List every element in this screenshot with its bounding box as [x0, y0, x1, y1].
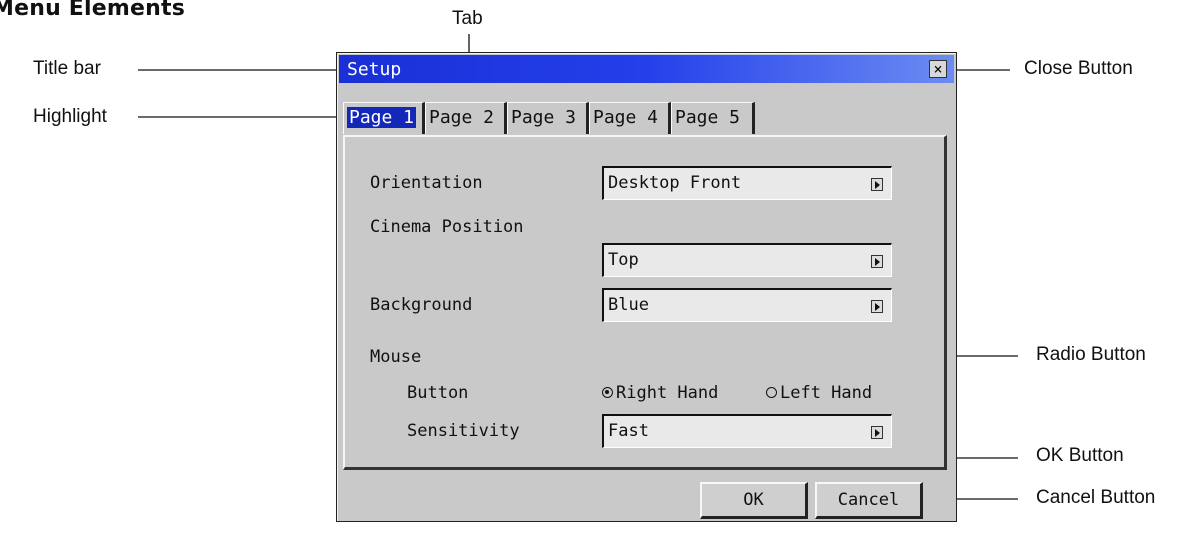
tab-label: Page 3 — [511, 107, 577, 128]
tab-page-1[interactable]: Page 1 — [343, 102, 425, 134]
radio-left-hand-label: Left Hand — [780, 383, 873, 403]
orientation-value: Desktop Front — [608, 173, 742, 193]
setup-dialog: Setup × Page 1 Page 2 Page 3 Page 4 Page… — [336, 52, 957, 522]
tab-label: Page 5 — [675, 107, 741, 128]
tab-panel: Orientation Desktop Front Cinema Positio… — [343, 135, 947, 470]
ok-button[interactable]: OK — [700, 482, 808, 519]
cinema-position-dropdown[interactable]: Top — [602, 243, 892, 277]
mouse-label: Mouse — [370, 347, 422, 367]
radio-right-hand[interactable]: Right Hand — [602, 383, 718, 403]
ok-button-label: OK — [743, 490, 764, 510]
callout-cancel-button: Cancel Button — [1036, 487, 1156, 508]
background-value: Blue — [608, 295, 649, 315]
orientation-label: Orientation — [370, 173, 483, 193]
tab-page-4[interactable]: Page 4 — [589, 102, 671, 134]
cancel-button-label: Cancel — [837, 490, 900, 510]
cinema-position-value: Top — [608, 250, 639, 270]
radio-unselected-icon — [766, 387, 777, 398]
sensitivity-dropdown[interactable]: Fast — [602, 414, 892, 448]
arrow-right-icon — [871, 426, 883, 439]
callout-highlight: Highlight — [33, 106, 107, 127]
dialog-title: Setup — [347, 59, 402, 80]
arrow-right-icon — [871, 255, 883, 268]
radio-selected-icon — [602, 387, 613, 398]
background-dropdown[interactable]: Blue — [602, 288, 892, 322]
close-button[interactable]: × — [929, 60, 947, 78]
background-label: Background — [370, 295, 473, 315]
tab-label: Page 2 — [429, 107, 495, 128]
callout-title-bar: Title bar — [33, 58, 101, 79]
tab-label: Page 1 — [347, 107, 417, 128]
title-bar[interactable]: Setup × — [339, 55, 954, 83]
arrow-right-icon — [871, 300, 883, 313]
tab-page-5[interactable]: Page 5 — [671, 102, 755, 134]
callout-tab: Tab — [452, 8, 483, 29]
tab-label: Page 4 — [593, 107, 659, 128]
close-icon: × — [933, 60, 943, 78]
callout-radio-button: Radio Button — [1036, 344, 1146, 365]
orientation-dropdown[interactable]: Desktop Front — [602, 166, 892, 200]
arrow-right-icon — [871, 178, 883, 191]
callout-close-button: Close Button — [1024, 58, 1133, 79]
tab-page-2[interactable]: Page 2 — [425, 102, 507, 134]
cinema-position-label: Cinema Position — [370, 217, 524, 237]
sensitivity-value: Fast — [608, 421, 649, 441]
cancel-button[interactable]: Cancel — [815, 482, 923, 519]
sensitivity-label: Sensitivity — [407, 421, 520, 441]
radio-left-hand[interactable]: Left Hand — [766, 383, 872, 403]
tab-page-3[interactable]: Page 3 — [507, 102, 589, 134]
mouse-button-label: Button — [407, 383, 469, 403]
callout-ok-button: OK Button — [1036, 445, 1124, 466]
radio-right-hand-label: Right Hand — [616, 383, 719, 403]
